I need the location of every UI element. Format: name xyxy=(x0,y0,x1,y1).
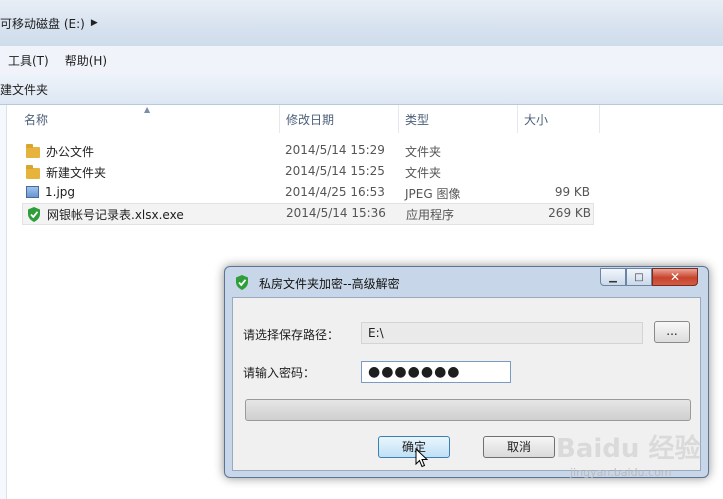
menu-help[interactable]: 帮助(H) xyxy=(57,52,115,69)
menu-tools[interactable]: 工具(T) xyxy=(0,52,57,69)
file-date: 2014/5/14 15:25 xyxy=(285,164,385,178)
file-size: 269 KB xyxy=(548,206,591,220)
ok-button[interactable]: 确定 xyxy=(378,436,450,458)
file-name: 新建文件夹 xyxy=(46,166,107,180)
file-row[interactable]: 办公文件 2014/5/14 15:29 文件夹 xyxy=(22,141,594,161)
password-label: 请输入密码： xyxy=(243,366,316,380)
file-row[interactable]: 1.jpg 2014/4/25 16:53 JPEG 图像 99 KB xyxy=(22,183,594,203)
browse-button[interactable]: ... xyxy=(654,321,690,343)
green-shield-icon xyxy=(236,275,248,290)
file-name-cell: 网银帐号记录表.xlsx.exe xyxy=(27,206,184,223)
close-icon: ✕ xyxy=(669,270,681,284)
password-input[interactable]: ●●●●●●● xyxy=(361,361,511,383)
watermark-url: jingyan.baidu.com xyxy=(570,466,672,479)
command-bar: 建文件夹 xyxy=(0,74,723,105)
breadcrumb[interactable]: 可移动磁盘 (E:) ▶ xyxy=(0,12,98,34)
file-type: 应用程序 xyxy=(406,208,455,222)
file-name-cell: 1.jpg xyxy=(26,185,75,199)
file-name-cell: 新建文件夹 xyxy=(26,164,106,181)
cancel-button[interactable]: 取消 xyxy=(483,436,555,458)
green-shield-icon xyxy=(28,207,40,222)
sort-up-icon: ▲ xyxy=(144,105,151,114)
file-type: JPEG 图像 xyxy=(405,187,461,201)
menu-bar: 工具(T) 帮助(H) xyxy=(0,46,723,75)
file-type: 文件夹 xyxy=(405,145,442,159)
file-row[interactable]: 新建文件夹 2014/5/14 15:25 文件夹 xyxy=(22,162,594,182)
file-date: 2014/4/25 16:53 xyxy=(285,185,385,199)
new-folder-button[interactable]: 建文件夹 xyxy=(0,81,48,98)
column-header-date[interactable]: 修改日期 xyxy=(280,105,399,133)
file-size: 99 KB xyxy=(554,185,590,199)
watermark-brand: Baidu 经验 xyxy=(556,434,701,464)
file-name: 办公文件 xyxy=(46,145,95,159)
address-bar: 可移动磁盘 (E:) ▶ xyxy=(0,0,723,47)
column-header-type-label: 类型 xyxy=(405,112,430,127)
minimize-icon: ▁ xyxy=(609,271,617,283)
dialog-title: 私房文件夹加密--高级解密 xyxy=(259,277,400,291)
column-header-date-label: 修改日期 xyxy=(286,112,335,127)
column-header-type[interactable]: 类型 xyxy=(399,105,518,133)
maximize-button[interactable]: □ xyxy=(626,268,652,286)
image-file-icon xyxy=(26,186,39,198)
minimize-button[interactable]: ▁ xyxy=(600,268,626,286)
file-date: 2014/5/14 15:29 xyxy=(285,143,385,157)
navigation-pane-edge[interactable] xyxy=(0,105,7,499)
folder-icon xyxy=(26,165,40,179)
column-header-name-label: 名称 xyxy=(24,112,49,127)
close-button[interactable]: ✕ xyxy=(652,268,698,286)
maximize-icon: □ xyxy=(634,271,644,283)
file-row-selected[interactable]: 网银帐号记录表.xlsx.exe 2014/5/14 15:36 应用程序 26… xyxy=(22,203,594,225)
chevron-right-icon[interactable]: ▶ xyxy=(91,18,98,28)
folder-icon xyxy=(26,144,40,158)
file-type: 文件夹 xyxy=(405,166,442,180)
file-date: 2014/5/14 15:36 xyxy=(286,206,386,220)
dialog-title-bar[interactable]: 私房文件夹加密--高级解密 ▁ □ ✕ xyxy=(225,267,708,297)
file-name: 网银帐号记录表.xlsx.exe xyxy=(47,208,184,222)
file-name-cell: 办公文件 xyxy=(26,143,94,160)
column-header-size-label: 大小 xyxy=(524,112,549,127)
column-header-size[interactable]: 大小 xyxy=(518,105,600,133)
baidu-watermark: Baidu 经验 jingyan.baidu.com xyxy=(548,408,718,488)
file-name: 1.jpg xyxy=(45,185,76,199)
mouse-cursor-icon xyxy=(415,448,429,468)
breadcrumb-drive[interactable]: 可移动磁盘 (E:) xyxy=(0,15,85,32)
save-path-label: 请选择保存路径： xyxy=(243,328,340,342)
save-path-field[interactable]: E:\ xyxy=(361,322,643,344)
